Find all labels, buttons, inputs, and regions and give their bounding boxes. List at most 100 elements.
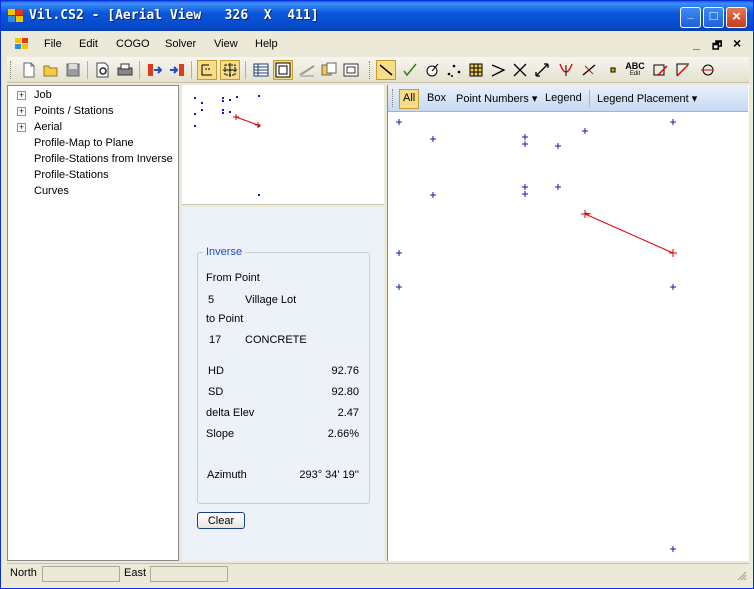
angle-measure-icon[interactable]	[673, 60, 693, 80]
toolbar-grip[interactable]	[10, 61, 13, 79]
aerial-overview[interactable]	[182, 85, 384, 205]
circle-target-icon[interactable]	[422, 60, 442, 80]
main-toolbar: ABC Edit	[7, 57, 749, 83]
app-icon	[8, 9, 23, 22]
survey-point[interactable]	[555, 143, 561, 149]
copy-view-icon[interactable]	[319, 60, 339, 80]
mdi-minimize-button[interactable]: _	[693, 37, 700, 51]
tree-item-label: Profile-Stations	[34, 169, 109, 181]
survey-point[interactable]	[522, 134, 528, 140]
aerial-view-canvas[interactable]	[388, 113, 748, 559]
check-icon[interactable]	[400, 60, 420, 80]
tree-item-points-stations[interactable]: + Points / Stations	[8, 103, 114, 119]
minimize-button[interactable]: _	[680, 7, 701, 28]
legend-placement-dropdown[interactable]: Legend Placement ▾	[593, 89, 701, 109]
job-tree[interactable]: + Job + Points / Stations + Aerial Profile-…	[7, 85, 179, 561]
close-button[interactable]: ×	[726, 7, 747, 28]
zoom-extents-icon[interactable]	[220, 60, 240, 80]
points-icon[interactable]	[444, 60, 464, 80]
save-icon[interactable]	[63, 60, 83, 80]
aerial-overview-canvas[interactable]	[182, 85, 384, 205]
point-icon[interactable]	[603, 60, 623, 80]
arrows-icon[interactable]	[532, 60, 552, 80]
line-icon[interactable]	[376, 60, 396, 80]
table-icon[interactable]	[466, 60, 486, 80]
expand-icon[interactable]: +	[17, 106, 26, 116]
mdi-restore-button[interactable]: 🗗	[712, 37, 722, 56]
toolbar-grip[interactable]	[369, 61, 372, 79]
hd-label: HD	[208, 365, 224, 377]
point-numbers-dropdown[interactable]: Point Numbers ▾	[452, 89, 541, 109]
expand-icon[interactable]: +	[17, 122, 26, 132]
measure-icon[interactable]	[650, 60, 670, 80]
survey-point[interactable]	[522, 191, 528, 197]
toolbar-separator	[191, 61, 192, 79]
view-toolbar-separator	[589, 90, 590, 107]
offset-icon[interactable]	[579, 60, 599, 80]
window-title: Vil.CS2 - [Aerial View 326 X 411]	[29, 8, 319, 23]
new-icon[interactable]	[19, 60, 39, 80]
inverse-panel: Inverse From Point 5 Village Lot to Poin…	[182, 207, 384, 561]
menu-cogo[interactable]: COGO	[116, 38, 150, 50]
window-icon[interactable]	[341, 60, 361, 80]
all-button[interactable]: All	[399, 89, 420, 109]
clear-button[interactable]: Clear	[197, 512, 245, 529]
slope-value: 2.66%	[327, 428, 359, 440]
intersect-icon[interactable]	[510, 60, 530, 80]
open-icon[interactable]	[41, 60, 61, 80]
tree-item-profile-stations[interactable]: Profile-Stations	[8, 167, 109, 183]
expand-icon[interactable]: +	[17, 90, 26, 100]
survey-point[interactable]	[670, 119, 676, 125]
menu-edit[interactable]: Edit	[79, 38, 98, 50]
menu-solver[interactable]: Solver	[165, 38, 196, 50]
tree-item-job[interactable]: + Job	[8, 87, 52, 103]
aerial-view-icon[interactable]	[197, 60, 217, 80]
survey-point[interactable]	[430, 136, 436, 142]
survey-point[interactable]	[522, 141, 528, 147]
curve-icon[interactable]	[556, 60, 576, 80]
survey-point[interactable]	[396, 119, 402, 125]
survey-point[interactable]	[396, 284, 402, 290]
maximize-button[interactable]: □	[703, 7, 724, 28]
grid-icon[interactable]	[251, 60, 271, 80]
survey-point[interactable]	[670, 284, 676, 290]
survey-point[interactable]	[430, 192, 436, 198]
tree-item-label: Curves	[34, 185, 69, 197]
tree-item-label: Aerial	[34, 121, 63, 133]
minimize-icon: _	[687, 8, 694, 20]
angle-icon[interactable]	[488, 60, 508, 80]
mdi-close-button[interactable]: ×	[733, 35, 741, 51]
plan-view-icon[interactable]	[273, 60, 293, 80]
survey-point[interactable]	[522, 184, 528, 190]
survey-point[interactable]	[670, 546, 676, 552]
import-icon[interactable]	[145, 60, 165, 80]
legend-button[interactable]: Legend	[541, 89, 586, 109]
toolbar-separator	[87, 61, 88, 79]
view-toolbar-grip[interactable]	[392, 89, 395, 107]
sd-value: 92.80	[331, 386, 359, 398]
menu-view[interactable]: View	[214, 38, 238, 50]
tree-item-profile-map-to-plane[interactable]: Profile-Map to Plane	[8, 135, 134, 151]
survey-point[interactable]	[396, 250, 402, 256]
tree-item-curves[interactable]: Curves	[8, 183, 69, 199]
maximize-icon: □	[709, 8, 718, 23]
survey-point[interactable]	[555, 184, 561, 190]
menu-file[interactable]: File	[44, 38, 62, 50]
north-field	[42, 566, 120, 582]
tree-item-aerial[interactable]: + Aerial	[8, 119, 62, 135]
survey-point[interactable]	[582, 128, 588, 134]
menu-help[interactable]: Help	[255, 38, 278, 50]
delta-elev-value: 2.47	[337, 407, 359, 419]
arc-icon[interactable]	[697, 60, 717, 80]
edit-text-icon[interactable]: ABC Edit	[625, 60, 645, 80]
title-bar[interactable]: Vil.CS2 - [Aerial View 326 X 411] _ □ ×	[1, 1, 753, 31]
print-preview-icon[interactable]	[93, 60, 113, 80]
resize-grip-icon[interactable]	[737, 571, 747, 581]
from-point-number: 5	[208, 294, 215, 306]
tree-item-profile-stations-from-inverse[interactable]: Profile-Stations from Inverse	[8, 151, 173, 167]
box-button[interactable]: Box	[423, 89, 450, 109]
profile-icon[interactable]	[297, 60, 317, 80]
print-icon[interactable]	[115, 60, 135, 80]
export-icon[interactable]	[167, 60, 187, 80]
mdi-child-icon[interactable]	[15, 38, 29, 50]
